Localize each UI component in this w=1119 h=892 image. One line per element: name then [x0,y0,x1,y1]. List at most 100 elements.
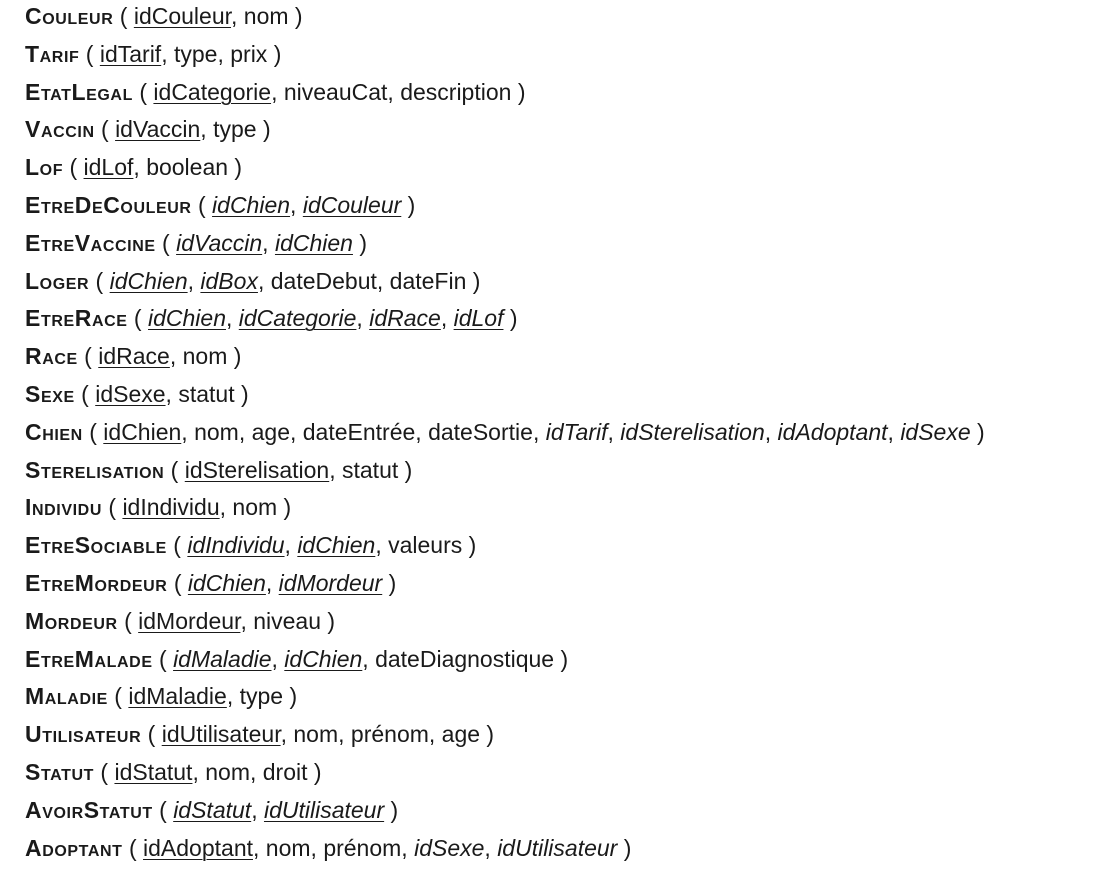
relation-line: EtreMordeur ( idChien, idMordeur ) [25,569,397,596]
primary-key-attribute: idCategorie [153,78,272,105]
attribute: dateDebut [270,267,377,294]
primary-key-attribute: idMordeur [278,569,383,596]
relation-name: EtreMalade [25,645,153,672]
relation-name: EtreDeCouleur [25,191,192,218]
relation-line: Maladie ( idMaladie, type ) [25,683,298,710]
foreign-key-attribute: idSexe [900,418,971,445]
primary-key-attribute: idChien [103,418,182,445]
relation-line: Sterelisation ( idSterelisation, statut … [25,456,413,483]
relational-schema-list: Couleur ( idCouleur, nom ) Tarif ( idTari… [25,0,985,869]
attribute: droit [262,758,308,785]
primary-key-attribute: idVaccin [176,229,263,256]
relation-name: EtreVaccine [25,229,156,256]
primary-key-attribute: idChien [148,305,226,332]
primary-key-attribute: idCouleur [302,191,402,218]
relation-line: Lof ( idLof, boolean ) [25,154,243,181]
relation-line: EtreMalade ( idMaladie, idChien, dateDia… [25,645,569,672]
relation-name: Couleur [25,3,114,29]
primary-key-attribute: idUtilisateur [161,721,281,748]
attribute: nom [232,494,278,521]
primary-key-attribute: idChien [274,229,353,256]
relation-line: Tarif ( idTarif, type, prix ) [25,40,282,67]
attribute: statut [178,380,235,407]
relation-line: Adoptant ( idAdoptant, nom, prénom, idSe… [25,834,632,861]
relation-line: Mordeur ( idMordeur, niveau ) [25,607,336,634]
relation-name: Utilisateur [25,721,142,748]
attribute: niveau [253,607,321,634]
foreign-key-attribute: idSexe [414,834,485,861]
attribute: valeurs [388,532,463,559]
primary-key-attribute: idMaladie [173,645,272,672]
attribute: type [213,116,257,143]
primary-key-attribute: idChien [109,267,188,294]
relation-name: Vaccin [25,116,95,143]
attribute: niveauCat [283,78,388,105]
relation-line: Individu ( idIndividu, nom ) [25,494,292,521]
relation-name: Statut [25,758,94,785]
primary-key-attribute: idTarif [99,40,162,67]
primary-key-attribute: idChien [284,645,363,672]
relation-line: Utilisateur ( idUtilisateur, nom, prénom… [25,721,495,748]
relation-name: Tarif [25,40,80,67]
primary-key-attribute: idChien [187,569,266,596]
relation-name: EtreRace [25,305,128,332]
relation-line: Statut ( idStatut, nom, droit ) [25,758,322,785]
attribute: dateDiagnostique [375,645,555,672]
primary-key-attribute: idCouleur [133,3,232,29]
foreign-key-attribute: idUtilisateur [497,834,618,861]
relation-name: Chien [25,418,83,445]
attribute: prénom [323,834,402,861]
attribute: dateEntrée [302,418,416,445]
attribute: nom [265,834,311,861]
relation-line: AvoirStatut ( idStatut, idUtilisateur ) [25,796,399,823]
attribute: prénom [350,721,429,748]
foreign-key-attribute: idAdoptant [777,418,888,445]
relation-line: Vaccin ( idVaccin, type ) [25,116,271,143]
primary-key-attribute: idAdoptant [143,834,253,861]
foreign-key-attribute: idSterelisation [620,418,765,445]
relation-name: Sterelisation [25,456,165,483]
attribute: statut [342,456,399,483]
primary-key-attribute: idChien [297,532,376,559]
attribute: age [441,721,481,748]
relation-line: EtatLegal ( idCategorie, niveauCat, desc… [25,78,526,105]
attribute: nom [293,721,339,748]
primary-key-attribute: idSexe [95,380,166,407]
relation-name: Adoptant [25,834,123,861]
relation-line: EtreDeCouleur ( idChien, idCouleur ) [25,191,416,218]
attribute: dateFin [389,267,467,294]
primary-key-attribute: idVaccin [115,116,201,143]
attribute: description [400,78,512,105]
attribute: type [173,40,218,67]
primary-key-attribute: idUtilisateur [263,796,385,823]
relation-name: Maladie [25,683,108,710]
primary-key-attribute: idBox [200,267,258,294]
attribute: type [239,683,284,710]
relation-name: Loger [25,267,90,294]
relation-name: EtatLegal [25,78,133,105]
relation-line: Sexe ( idSexe, statut ) [25,380,249,407]
primary-key-attribute: idStatut [114,758,193,785]
attribute: age [251,418,290,445]
attribute: prix [230,40,268,67]
primary-key-attribute: idCategorie [238,305,357,332]
relation-line: Race ( idRace, nom ) [25,343,242,370]
relation-name: Mordeur [25,607,118,634]
relation-name: Individu [25,494,102,521]
primary-key-attribute: idIndividu [122,494,220,521]
primary-key-attribute: idStatut [173,796,252,823]
primary-key-attribute: idMaladie [128,683,227,710]
relation-name: AvoirStatut [25,796,153,823]
relation-name: Race [25,343,78,370]
primary-key-attribute: idRace [98,343,170,370]
primary-key-attribute: idChien [212,191,291,218]
relation-line: EtreRace ( idChien, idCategorie, idRace,… [25,305,518,332]
relation-line: Couleur ( idCouleur, nom ) [25,3,303,29]
attribute: dateSortie [428,418,533,445]
relation-name: Lof [25,154,64,181]
primary-key-attribute: idSterelisation [184,456,330,483]
attribute: boolean [146,154,229,181]
relation-line: Loger ( idChien, idBox, dateDebut, dateF… [25,267,481,294]
primary-key-attribute: idIndividu [187,532,285,559]
relation-line: EtreVaccine ( idVaccin, idChien ) [25,229,368,256]
